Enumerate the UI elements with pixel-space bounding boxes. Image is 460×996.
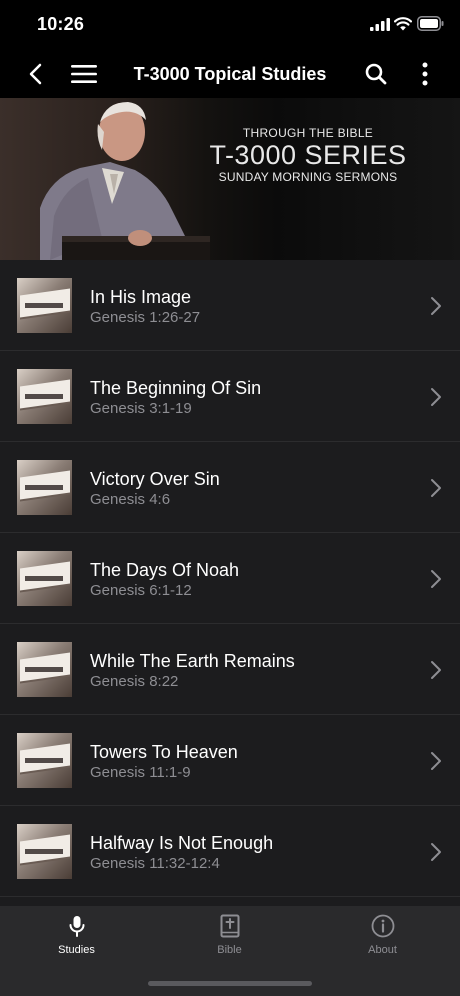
study-title: Towers To Heaven [90, 742, 238, 762]
chevron-right-icon [431, 388, 441, 406]
banner-text: THROUGH THE BIBLE T-3000 SERIES SUNDAY M… [196, 126, 420, 184]
tab-label: Bible [217, 944, 242, 956]
list-item[interactable]: In His Image Genesis 1:26-27 [0, 260, 460, 351]
banner-subtitle: THROUGH THE BIBLE [242, 126, 374, 140]
study-thumbnail [17, 824, 72, 879]
study-title: The Beginning Of Sin [90, 378, 262, 398]
chevron-right-icon [431, 661, 441, 679]
study-reference: Genesis 11:32-12:4 [90, 855, 220, 872]
study-title: While The Earth Remains [90, 651, 295, 671]
status-time: 10:26 [37, 14, 85, 34]
home-indicator[interactable] [148, 981, 312, 986]
top-app-bar: T-3000 Topical Studies [0, 50, 460, 98]
list-item[interactable]: The Beginning Of Sin Genesis 3:1-19 [0, 351, 460, 442]
back-button[interactable] [20, 50, 50, 98]
battery-icon [417, 16, 444, 31]
cellular-signal-icon [370, 18, 390, 31]
wifi-icon [394, 17, 412, 31]
studies-list: In His Image Genesis 1:26-27 The Beginni… [0, 260, 460, 897]
status-bar: 10:26 [0, 0, 460, 50]
info-icon [371, 914, 394, 938]
list-item[interactable]: Halfway Is Not Enough Genesis 11:32-12:4 [0, 806, 460, 897]
study-reference: Genesis 8:22 [90, 673, 179, 690]
study-thumbnail [17, 278, 72, 333]
study-thumbnail [17, 460, 72, 515]
study-reference: Genesis 6:1-12 [90, 582, 192, 599]
chevron-right-icon [431, 479, 441, 497]
list-item[interactable]: While The Earth Remains Genesis 8:22 [0, 624, 460, 715]
tab-studies[interactable]: Studies [0, 906, 153, 966]
study-title: The Days Of Noah [90, 560, 240, 580]
study-reference: Genesis 11:1-9 [90, 764, 191, 781]
chevron-right-icon [431, 752, 441, 770]
app-screen: 10:26 T-3000 Topical Studies THROUGH THE… [0, 0, 460, 996]
hamburger-menu-icon [71, 65, 97, 83]
bottom-tab-bar: Studies Bible About [0, 906, 460, 996]
tab-bible[interactable]: Bible [153, 906, 306, 966]
more-options-button[interactable] [410, 50, 440, 98]
list-item[interactable]: Victory Over Sin Genesis 4:6 [0, 442, 460, 533]
chevron-right-icon [431, 297, 441, 315]
search-button[interactable] [360, 50, 392, 98]
banner-title: T-3000 SERIES [209, 140, 407, 170]
list-item[interactable]: The Days Of Noah Genesis 6:1-12 [0, 533, 460, 624]
more-vertical-icon [422, 62, 428, 86]
tab-about[interactable]: About [306, 906, 459, 966]
study-thumbnail [17, 369, 72, 424]
study-reference: Genesis 3:1-19 [90, 400, 192, 417]
chevron-right-icon [431, 570, 441, 588]
preacher-image [40, 102, 210, 260]
bible-icon [220, 914, 239, 938]
chevron-right-icon [431, 843, 441, 861]
search-icon [365, 63, 387, 85]
banner-caption: SUNDAY MORNING SERMONS [218, 170, 398, 184]
study-thumbnail [17, 733, 72, 788]
tab-label: Studies [58, 944, 95, 956]
microphone-icon [69, 916, 84, 937]
study-reference: Genesis 4:6 [90, 491, 171, 508]
study-title: In His Image [90, 287, 192, 307]
tab-label: About [368, 944, 397, 956]
list-item[interactable]: Towers To Heaven Genesis 11:1-9 [0, 715, 460, 806]
study-reference: Genesis 1:26-27 [90, 309, 201, 326]
study-thumbnail [17, 551, 72, 606]
study-title: Halfway Is Not Enough [90, 833, 274, 853]
menu-button[interactable] [68, 50, 100, 98]
back-arrow-icon [29, 63, 42, 85]
series-banner: THROUGH THE BIBLE T-3000 SERIES SUNDAY M… [0, 98, 460, 260]
study-thumbnail [17, 642, 72, 697]
study-title: Victory Over Sin [90, 469, 220, 489]
